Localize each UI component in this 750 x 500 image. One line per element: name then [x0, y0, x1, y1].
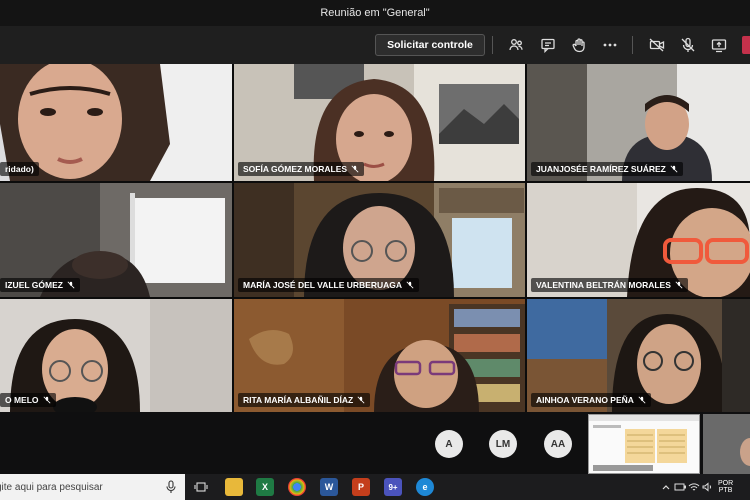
- camera-off-icon[interactable]: [647, 35, 667, 55]
- participant-name-tag: SOFÍA GÓMEZ MORALES: [238, 162, 365, 176]
- word-icon[interactable]: W: [320, 478, 338, 496]
- video-grid: ridado) SOFÍA GÓMEZ MORALES JUANJOSÉE RA…: [0, 64, 750, 412]
- volume-icon[interactable]: [702, 478, 714, 496]
- overflow-participants-strip: A LM AA: [0, 412, 750, 474]
- shared-content-thumbnail: [589, 415, 699, 473]
- meeting-toolbar: Solicitar controle: [0, 26, 750, 64]
- avatar[interactable]: LM: [489, 430, 517, 458]
- more-options-icon[interactable]: [600, 35, 620, 55]
- taskbar-search-box[interactable]: gite aqui para pesquisar: [0, 474, 185, 500]
- excel-icon[interactable]: X: [256, 478, 274, 496]
- mic-muted-icon: [357, 396, 365, 404]
- avatar[interactable]: A: [435, 430, 463, 458]
- mic-muted-icon: [675, 281, 683, 289]
- avatar[interactable]: AA: [544, 430, 572, 458]
- mic-muted-icon: [43, 396, 51, 404]
- participant-name-tag: MARÍA JOSÉ DEL VALLE URBERUAGA: [238, 278, 419, 292]
- language-indicator[interactable]: POR PTB: [718, 480, 733, 494]
- share-screen-icon[interactable]: [709, 35, 729, 55]
- video-tile[interactable]: SOFÍA GÓMEZ MORALES: [234, 64, 525, 181]
- task-view-icon[interactable]: [192, 478, 210, 496]
- video-tile[interactable]: VALENTINA BELTRÁN MORALES: [527, 183, 750, 297]
- video-tile[interactable]: MARÍA JOSÉ DEL VALLE URBERUAGA: [234, 183, 525, 297]
- participant-name-tag: JUANJOSÉE RAMÍREZ SUÁREZ: [531, 162, 683, 176]
- teams-badge: 9+: [388, 482, 398, 492]
- mic-muted-icon: [670, 165, 678, 173]
- participants-icon[interactable]: [506, 35, 526, 55]
- participant-name-tag: ridado): [0, 162, 39, 176]
- powerpoint-icon[interactable]: P: [352, 478, 370, 496]
- teams-icon[interactable]: 9+: [384, 478, 402, 496]
- participant-name-tag: IZUEL GÓMEZ: [0, 278, 80, 292]
- participant-name-tag: AINHOA VERANO PEÑA: [531, 393, 651, 407]
- video-tile[interactable]: AINHOA VERANO PEÑA: [527, 299, 750, 412]
- window-title: Reunião em "General": [320, 7, 430, 19]
- window-title-bar: Reunião em "General": [0, 0, 750, 26]
- mic-muted-icon: [351, 165, 359, 173]
- battery-icon[interactable]: [674, 478, 686, 496]
- show-hidden-icons[interactable]: [660, 478, 672, 496]
- shared-screen-preview[interactable]: [588, 414, 700, 474]
- mic-muted-icon: [638, 396, 646, 404]
- chrome-icon[interactable]: [288, 478, 306, 496]
- toolbar-divider: [492, 36, 493, 54]
- mic-muted-icon: [406, 281, 414, 289]
- voice-search-icon[interactable]: [165, 480, 177, 494]
- video-tile[interactable]: ridado): [0, 64, 232, 181]
- windows-taskbar: gite aqui para pesquisar X W P 9+ e POR …: [0, 474, 750, 500]
- edge-icon[interactable]: e: [416, 478, 434, 496]
- participant-name-tag: RITA MARÍA ALBAÑIL DÍAZ: [238, 393, 371, 407]
- mic-off-icon[interactable]: [678, 35, 698, 55]
- chat-icon[interactable]: [538, 35, 558, 55]
- search-placeholder: gite aqui para pesquisar: [0, 481, 103, 493]
- leave-button[interactable]: [742, 36, 750, 54]
- video-tile[interactable]: IZUEL GÓMEZ: [0, 183, 232, 297]
- video-tile[interactable]: O MELO: [0, 299, 232, 412]
- file-explorer-icon[interactable]: [225, 478, 243, 496]
- participant-name-tag: VALENTINA BELTRÁN MORALES: [531, 278, 688, 292]
- video-tile[interactable]: RITA MARÍA ALBAÑIL DÍAZ: [234, 299, 525, 412]
- video-tile[interactable]: JUANJOSÉE RAMÍREZ SUÁREZ: [527, 64, 750, 181]
- network-icon[interactable]: [688, 478, 700, 496]
- request-control-button[interactable]: Solicitar controle: [375, 34, 485, 56]
- self-view-thumbnail: [703, 414, 750, 474]
- raise-hand-icon[interactable]: [569, 35, 589, 55]
- participant-name-tag: O MELO: [0, 393, 56, 407]
- self-view-video[interactable]: [703, 414, 750, 474]
- mic-muted-icon: [67, 281, 75, 289]
- toolbar-divider: [632, 36, 633, 54]
